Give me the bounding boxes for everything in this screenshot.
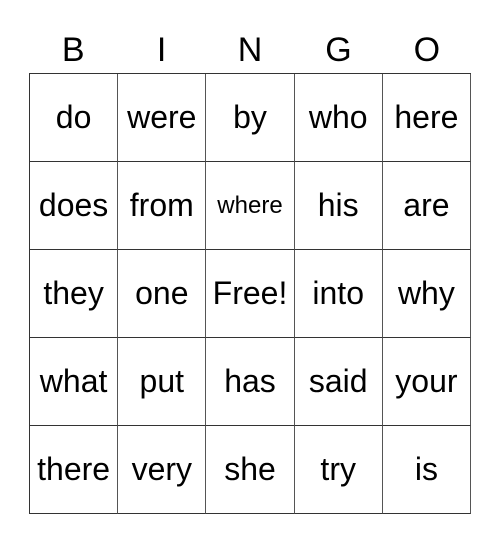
header-letter-n: N [237, 31, 263, 69]
bingo-cell[interactable]: by [206, 74, 295, 162]
bingo-cell[interactable]: his [294, 162, 383, 250]
bingo-cell[interactable]: do [30, 74, 119, 162]
bingo-cell[interactable]: there [30, 426, 119, 514]
bingo-card-grid: do were by who here does from where his … [29, 73, 471, 514]
bingo-cell[interactable]: does [30, 162, 119, 250]
bingo-header: B I N G O [29, 28, 471, 72]
header-letter-o: O [413, 31, 441, 69]
bingo-cell[interactable]: they [30, 250, 119, 338]
bingo-cell[interactable]: one [118, 250, 207, 338]
bingo-cell[interactable]: here [382, 74, 471, 162]
header-letter-i: I [156, 31, 167, 69]
bingo-cell[interactable]: are [382, 162, 471, 250]
bingo-cell[interactable]: from [118, 162, 207, 250]
bingo-cell[interactable]: said [294, 338, 383, 426]
header-letter-g: G [325, 31, 352, 69]
bingo-cell[interactable]: she [206, 426, 295, 514]
bingo-cell[interactable]: is [382, 426, 471, 514]
bingo-cell[interactable]: why [382, 250, 471, 338]
free-space-cell[interactable]: Free! [206, 250, 295, 338]
bingo-cell[interactable]: has [206, 338, 295, 426]
header-letter-b: B [61, 31, 85, 69]
bingo-cell[interactable]: what [30, 338, 119, 426]
bingo-cell[interactable]: were [118, 74, 207, 162]
bingo-cell[interactable]: put [118, 338, 207, 426]
bingo-cell[interactable]: your [382, 338, 471, 426]
bingo-cell[interactable]: very [118, 426, 207, 514]
bingo-cell[interactable]: try [294, 426, 383, 514]
bingo-cell[interactable]: into [294, 250, 383, 338]
bingo-cell[interactable]: where [206, 162, 295, 250]
bingo-cell[interactable]: who [294, 74, 383, 162]
